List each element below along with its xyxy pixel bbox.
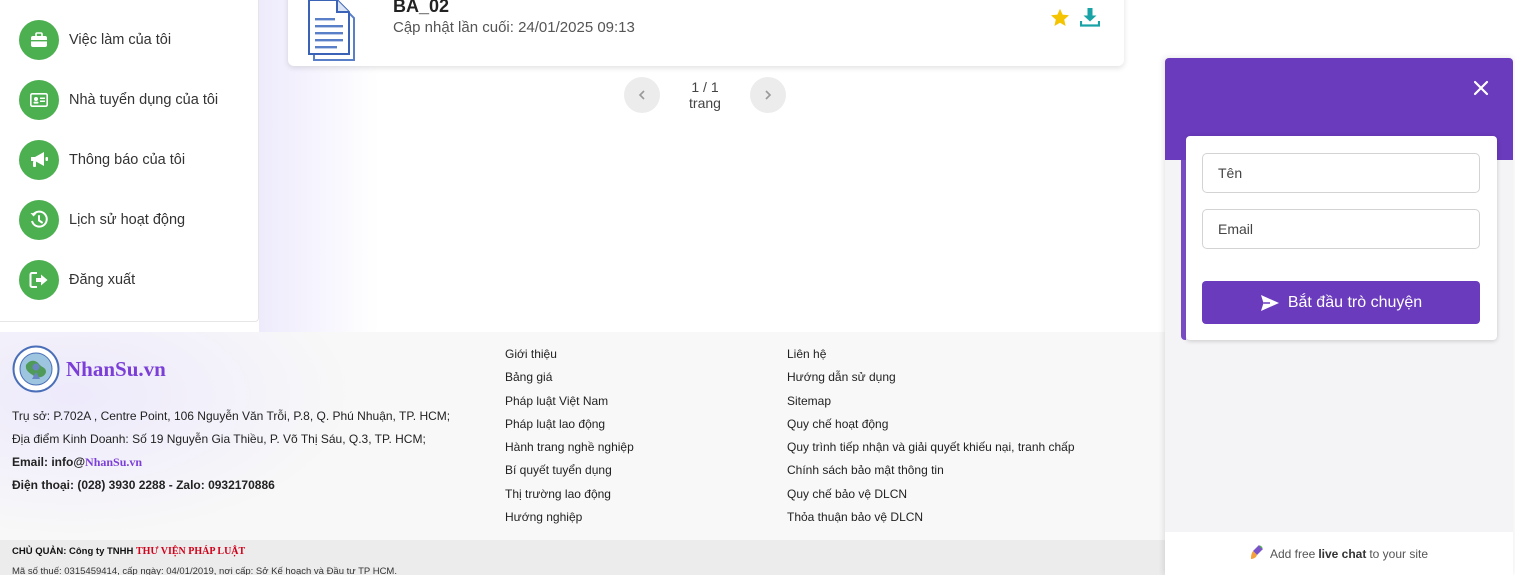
download-icon[interactable] (1079, 8, 1101, 32)
close-icon[interactable] (1471, 78, 1491, 98)
sidebar-item-label: Nhà tuyển dụng của tôi (69, 92, 219, 108)
sidebar-item-label: Việc làm của tôi (69, 32, 172, 48)
footer-business-address: Địa điểm Kinh Doanh: Số 19 Nguyễn Gia Th… (12, 432, 426, 446)
promo-text-pre: Add free (1269, 546, 1316, 561)
footer-link[interactable]: Hướng nghiệp (505, 510, 634, 533)
chat-widget: Bắt đầu trò chuyện Add free live chat to… (1165, 58, 1513, 575)
footer-link[interactable]: Hướng dẫn sử dụng (787, 370, 1075, 393)
send-icon (1260, 294, 1279, 311)
footer-link[interactable]: Sitemap (787, 394, 1075, 417)
footer-link[interactable]: Thỏa thuận bảo vệ DLCN (787, 510, 1075, 533)
sidebar-item-label: Lịch sử hoạt động (69, 212, 186, 228)
email-domain[interactable]: NhanSu.vn (85, 455, 142, 469)
footer-link[interactable]: Bảng giá (505, 370, 634, 393)
document-card[interactable]: BA_02 Cập nhật lần cuối: 24/01/2025 09:1… (288, 0, 1124, 66)
footer-link[interactable]: Quy chế bảo vệ DLCN (787, 487, 1075, 510)
sidebar-item-label: Thông báo của tôi (69, 152, 186, 168)
tax-info: Mã số thuế: 0315459414, cấp ngày: 04/01/… (12, 566, 397, 575)
chat-email-input[interactable] (1202, 209, 1480, 249)
promo-text-bold: live chat (1318, 546, 1367, 561)
sidebar-item-label: Đăng xuất (69, 272, 136, 288)
sidebar-item-logout[interactable]: Đăng xuất (19, 260, 135, 300)
footer-brand[interactable]: NhanSu.vn (12, 345, 166, 393)
footer-link[interactable]: Pháp luật Việt Nam (505, 394, 634, 417)
document-icon (306, 0, 358, 62)
footer-links-column-2: Liên hệ Hướng dẫn sử dụng Sitemap Quy ch… (787, 347, 1075, 533)
history-icon (19, 200, 59, 240)
footer-link[interactable]: Giới thiệu (505, 347, 634, 370)
document-title[interactable]: BA_02 (393, 0, 449, 17)
sidebar-item-my-jobs[interactable]: Việc làm của tôi (19, 20, 171, 60)
footer-link[interactable]: Bí quyết tuyển dụng (505, 463, 634, 486)
sidebar: Việc làm của tôi Nhà tuyển dụng của tôi … (0, 0, 259, 322)
megaphone-icon (19, 140, 59, 180)
footer-link[interactable]: Quy trình tiếp nhận và giải quyết khiếu … (787, 440, 1075, 463)
footer-link[interactable]: Pháp luật lao động (505, 417, 634, 440)
sign-out-icon (19, 260, 59, 300)
owner-name[interactable]: THƯ VIỆN PHÁP LUẬT (136, 546, 245, 557)
owner-info: CHỦ QUẢN: Công ty TNHH THƯ VIỆN PHÁP LUẬ… (12, 546, 245, 557)
brand-name: NhanSu.vn (66, 356, 166, 381)
footer-link[interactable]: Hành trang nghề nghiệp (505, 440, 634, 463)
phone-text: Điện thoại: (028) 3930 2288 - Zalo: 0932… (12, 478, 275, 492)
next-page-button[interactable] (750, 77, 786, 113)
sidebar-item-activity-history[interactable]: Lịch sử hoạt động (19, 200, 185, 240)
footer-link[interactable]: Quy chế hoạt động (787, 417, 1075, 440)
chevron-left-icon (638, 90, 645, 100)
briefcase-icon (19, 20, 59, 60)
start-chat-button[interactable]: Bắt đầu trò chuyện (1202, 281, 1480, 324)
id-card-icon (19, 80, 59, 120)
owner-label: CHỦ QUẢN: Công ty TNHH (12, 546, 137, 557)
promo-text-post: to your site (1369, 546, 1429, 561)
page-indicator: 1 / 1 trang (689, 79, 721, 111)
footer-links-column-1: Giới thiệu Bảng giá Pháp luật Việt Nam P… (505, 347, 634, 533)
chat-name-input[interactable] (1202, 153, 1480, 193)
document-updated-time: Cập nhật lần cuối: 24/01/2025 09:13 (393, 19, 635, 36)
start-chat-label: Bắt đầu trò chuyện (1287, 293, 1423, 311)
footer-link[interactable]: Liên hệ (787, 347, 1075, 370)
star-icon[interactable] (1050, 8, 1070, 32)
nhansu-logo-icon (12, 345, 60, 393)
sidebar-item-my-notifications[interactable]: Thông báo của tôi (19, 140, 185, 180)
footer-link[interactable]: Thị trường lao động (505, 487, 634, 510)
chat-start-form: Bắt đầu trò chuyện (1181, 136, 1497, 340)
footer-phone: Điện thoại: (028) 3930 2288 - Zalo: 0932… (12, 478, 275, 492)
footer-email: Email: info@NhanSu.vn (12, 455, 142, 470)
document-actions (1050, 8, 1101, 32)
prev-page-button[interactable] (624, 77, 660, 113)
footer-link[interactable]: Chính sách bảo mật thông tin (787, 463, 1075, 486)
email-label: Email: info@ (12, 455, 86, 469)
chevron-right-icon (765, 90, 772, 100)
pagination: 1 / 1 trang (624, 77, 786, 113)
livechat-promo-link[interactable]: Add free live chat to your site (1165, 532, 1513, 575)
brush-icon (1250, 544, 1264, 563)
sidebar-item-my-employers[interactable]: Nhà tuyển dụng của tôi (19, 80, 218, 120)
footer-address: Trụ sở: P.702A , Centre Point, 106 Nguyễ… (12, 409, 451, 423)
